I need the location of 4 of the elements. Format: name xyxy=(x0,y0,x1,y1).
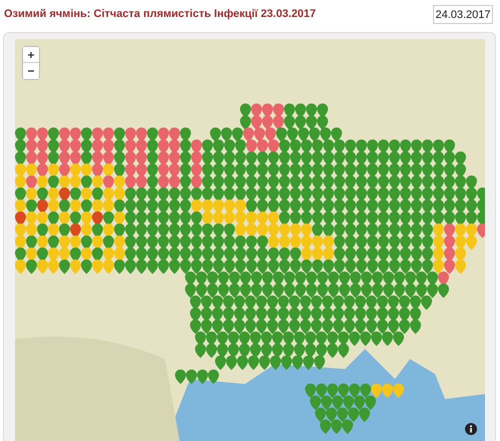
info-icon[interactable] xyxy=(465,423,477,435)
zoom-in-button[interactable]: + xyxy=(23,47,39,63)
date-field[interactable]: 24.03.2017 xyxy=(433,5,493,24)
page-title: Озимий ячмінь: Сітчаста плямистість Інфекції 23.03.2017 xyxy=(4,8,316,20)
